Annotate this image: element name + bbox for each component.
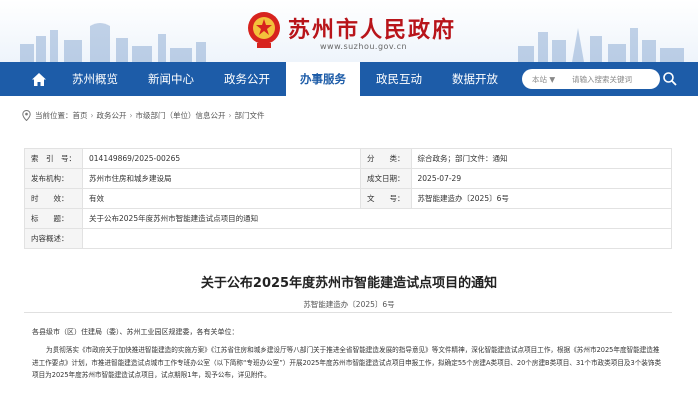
- national-emblem-icon: [248, 12, 280, 48]
- search-scope-select[interactable]: 本站 ▼: [522, 74, 572, 85]
- breadcrumb-prefix: 当前位置：: [35, 110, 73, 120]
- location-pin-icon: [22, 109, 31, 121]
- breadcrumb-department-disclosure[interactable]: 市级部门（单位）信息公开: [136, 110, 226, 121]
- table-row: 发布机构： 苏州市住房和城乡建设局 成文日期： 2025-07-29: [24, 168, 672, 189]
- nav-home-button[interactable]: [24, 62, 54, 96]
- table-row: 内容概述：: [24, 228, 672, 249]
- nav-item-government-affairs[interactable]: 政务公开: [218, 62, 276, 96]
- article-body: 为贯彻落实《市政府关于加快推进智能建造的实施方案》《江苏省住房和城乡建设厅等八部…: [32, 346, 662, 379]
- summary-label: 内容概述：: [24, 228, 83, 249]
- home-icon: [32, 72, 46, 86]
- article-title: 关于公布2025年度苏州市智能建造试点项目的通知: [200, 276, 498, 291]
- date-label: 成文日期：: [360, 168, 412, 189]
- docno-value: 苏智能建造办〔2025〕6号: [410, 188, 672, 209]
- search-input[interactable]: 请输入搜索关键词: [572, 74, 632, 85]
- table-row: 时 效： 有效 文 号： 苏智能建造办〔2025〕6号: [24, 188, 672, 209]
- breadcrumb: 当前位置： 首页 › 政务公开 › 市级部门（单位）信息公开 › 部门文件: [22, 108, 265, 122]
- breadcrumb-home[interactable]: 首页: [73, 110, 88, 121]
- table-row: 标 题： 关于公布2025年度苏州市智能建造试点项目的通知: [24, 208, 672, 229]
- breadcrumb-separator: ›: [90, 110, 94, 120]
- date-value: 2025-07-29: [410, 168, 672, 189]
- nav-item-news-center[interactable]: 新闻中心: [142, 62, 200, 96]
- article-salutation: 各县级市（区）住建局（委）、苏州工业园区规建委，各有关单位：: [32, 328, 239, 336]
- breadcrumb-separator: ›: [228, 110, 232, 120]
- issuer-value: 苏州市住房和城乡建设局: [82, 168, 361, 189]
- divider: [24, 312, 672, 313]
- category-label: 分 类：: [360, 148, 412, 169]
- document-info-table: 索 引 号： 014149869/2025-00265 分 类： 综合政务；部门…: [24, 148, 672, 249]
- search-box[interactable]: 本站 ▼ 请输入搜索关键词: [522, 69, 660, 89]
- index-value: 014149869/2025-00265: [82, 148, 361, 169]
- validity-value: 有效: [82, 188, 361, 209]
- article-document-number: 苏智能建造办〔2025〕6号: [303, 300, 395, 309]
- nav-item-services[interactable]: 办事服务: [286, 62, 360, 96]
- nav-item-suzhou-overview[interactable]: 苏州概览: [66, 62, 124, 96]
- subject-value: 关于公布2025年度苏州市智能建造试点项目的通知: [82, 208, 672, 229]
- site-url: www.suzhou.gov.cn: [320, 42, 408, 51]
- breadcrumb-department-documents[interactable]: 部门文件: [235, 110, 265, 121]
- subject-label: 标 题：: [24, 208, 83, 229]
- table-row: 索 引 号： 014149869/2025-00265 分 类： 综合政务；部门…: [24, 148, 672, 169]
- summary-value: [82, 228, 672, 249]
- nav-item-public-interaction[interactable]: 政民互动: [370, 62, 428, 96]
- breadcrumb-separator: ›: [129, 110, 133, 120]
- docno-label: 文 号：: [360, 188, 412, 209]
- city-skyline-left: [20, 23, 206, 62]
- nav-item-open-data[interactable]: 数据开放: [446, 62, 504, 96]
- main-nav: 苏州概览 新闻中心 政务公开 办事服务 政民互动 数据开放 本站 ▼ 请输入搜索…: [0, 62, 698, 96]
- category-value: 综合政务；部门文件：通知: [410, 148, 672, 169]
- breadcrumb-government-affairs[interactable]: 政务公开: [97, 110, 127, 121]
- search-icon[interactable]: [662, 71, 678, 87]
- index-label: 索 引 号：: [24, 148, 83, 169]
- site-title[interactable]: 苏州市人民政府: [288, 12, 456, 44]
- site-header: 苏州市人民政府 www.suzhou.gov.cn: [0, 0, 698, 62]
- city-skyline-right: [518, 28, 684, 62]
- validity-label: 时 效：: [24, 188, 83, 209]
- issuer-label: 发布机构：: [24, 168, 83, 189]
